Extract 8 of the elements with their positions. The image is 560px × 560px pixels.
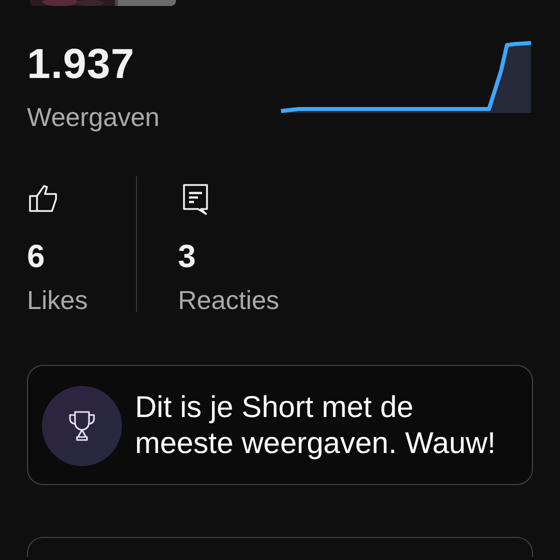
comments-label: Reacties [178, 286, 280, 314]
like-count: 6 [27, 240, 46, 272]
view-count: 1.937 [27, 43, 136, 85]
views-label: Weergaven [27, 103, 160, 132]
highlight-message: Dit is je Short met de meeste weergaven. Wauw! [135, 390, 497, 461]
comment-count: 3 [178, 240, 197, 272]
trophy-icon [67, 408, 97, 443]
likes-label: Likes [27, 286, 89, 314]
